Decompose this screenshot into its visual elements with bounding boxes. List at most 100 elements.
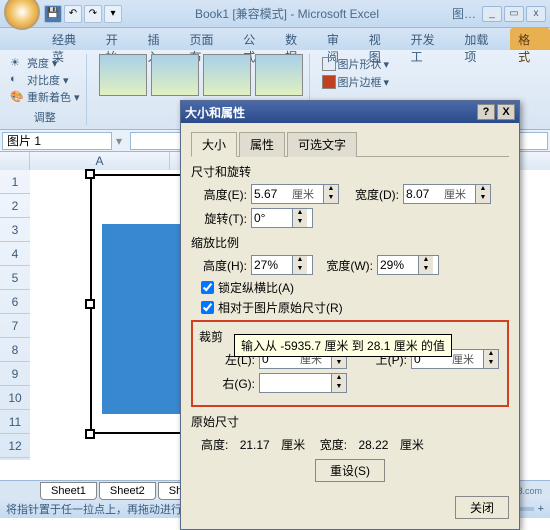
tab-addins[interactable]: 加载项 (456, 28, 508, 50)
row-header[interactable]: 11 (0, 410, 30, 434)
legend-scale: 缩放比例 (191, 234, 509, 251)
pic-style-thumb[interactable] (99, 54, 147, 96)
row-header[interactable]: 12 (0, 434, 30, 458)
row-header[interactable]: 3 (0, 218, 30, 242)
pic-style-thumb[interactable] (151, 54, 199, 96)
dialog-body: 大小 属性 可选文字 尺寸和旋转 高度(E): 厘米▲▼ 宽度(D): 厘米▲▼… (181, 123, 519, 490)
dlg-tab-properties[interactable]: 属性 (239, 132, 285, 157)
spin-down-icon[interactable]: ▼ (419, 265, 433, 274)
row-header[interactable]: 6 (0, 290, 30, 314)
spin-up-icon[interactable]: ▲ (293, 209, 307, 218)
spin-down-icon[interactable]: ▼ (332, 359, 346, 368)
name-box[interactable] (2, 132, 112, 150)
resize-handle[interactable] (85, 299, 95, 309)
brightness-button[interactable]: ☀亮度 ▾ (10, 55, 80, 71)
spin-down-icon[interactable]: ▼ (476, 194, 490, 203)
spin-up-icon[interactable]: ▲ (419, 256, 433, 265)
row-header[interactable]: 2 (0, 194, 30, 218)
width-label: 宽度(D): (343, 186, 399, 203)
tab-layout[interactable]: 页面布 (181, 28, 233, 50)
select-all-cell[interactable] (0, 152, 30, 170)
height-spinner[interactable]: 厘米▲▼ (251, 184, 339, 204)
row-header[interactable]: 5 (0, 266, 30, 290)
lock-aspect-checkbox[interactable]: 锁定纵横比(A) (201, 279, 509, 296)
spin-up-icon[interactable]: ▲ (293, 256, 307, 265)
tab-formula[interactable]: 公式 (235, 28, 275, 50)
scale-width-spinner[interactable]: ▲▼ (377, 255, 439, 275)
contrast-button[interactable]: ◐对比度 ▾ (10, 72, 80, 88)
quick-access-toolbar: 💾 ↶ ↷ ▾ (44, 5, 122, 23)
sheet-tab[interactable]: Sheet1 (40, 482, 97, 500)
tab-developer[interactable]: 开发工 (403, 28, 455, 50)
recolor-button[interactable]: 🎨重新着色 ▾ (10, 89, 80, 105)
dlg-tab-alttext[interactable]: 可选文字 (287, 132, 357, 157)
spin-down-icon[interactable]: ▼ (293, 265, 307, 274)
window-controls: _ ▭ x (482, 6, 546, 22)
spin-down-icon[interactable]: ▼ (293, 218, 307, 227)
scale-height-spinner[interactable]: ▲▼ (251, 255, 313, 275)
minimize-button[interactable]: _ (482, 6, 502, 22)
recolor-icon: 🎨 (10, 90, 24, 104)
tab-classic[interactable]: 经典菜 (44, 28, 96, 50)
relative-original-checkbox[interactable]: 相对于图片原始尺寸(R) (201, 299, 509, 316)
tab-insert[interactable]: 插入 (140, 28, 180, 50)
row-header[interactable]: 1 (0, 170, 30, 194)
dialog-help-button[interactable]: ? (477, 104, 495, 120)
tab-home[interactable]: 开始 (98, 28, 138, 50)
resize-handle[interactable] (85, 169, 95, 179)
namebox-dropdown-icon[interactable]: ▾ (112, 134, 126, 148)
row-header[interactable]: 9 (0, 362, 30, 386)
spin-down-icon[interactable]: ▼ (484, 359, 498, 368)
tab-review[interactable]: 审阅 (319, 28, 359, 50)
row-header[interactable]: 8 (0, 338, 30, 362)
tab-view[interactable]: 视图 (361, 28, 401, 50)
border-icon (322, 75, 336, 89)
spin-down-icon[interactable]: ▼ (332, 383, 346, 392)
zoom-in-button[interactable]: + (538, 503, 544, 515)
input-range-tooltip: 输入从 -5935.7 厘米 到 28.1 厘米 的值 (234, 334, 452, 357)
sun-icon: ☀ (10, 56, 24, 70)
close-button[interactable]: x (526, 6, 546, 22)
group-label-adjust: 调整 (10, 109, 80, 125)
dialog-close-button[interactable]: X (497, 104, 515, 120)
size-properties-dialog: 大小和属性 ? X 大小 属性 可选文字 尺寸和旋转 高度(E): 厘米▲▼ 宽… (180, 100, 520, 530)
scale-width-label: 宽度(W): (317, 257, 373, 274)
row-header[interactable]: 7 (0, 314, 30, 338)
spin-up-icon[interactable]: ▲ (476, 185, 490, 194)
spin-up-icon[interactable]: ▲ (332, 374, 346, 383)
dlg-tab-size[interactable]: 大小 (191, 132, 237, 157)
pic-style-thumb[interactable] (255, 54, 303, 96)
picture-border-button[interactable]: 图片边框 ▾ (322, 74, 390, 90)
spin-down-icon[interactable]: ▼ (324, 194, 338, 203)
window-title: Book1 [兼容模式] - Microsoft Excel (122, 5, 452, 22)
rotate-spinner[interactable]: ▲▼ (251, 208, 313, 228)
dialog-titlebar[interactable]: 大小和属性 ? X (181, 101, 519, 123)
dialog-close-btn[interactable]: 关闭 (455, 496, 509, 519)
height-label: 高度(E): (191, 186, 247, 203)
save-icon[interactable]: 💾 (44, 5, 62, 23)
pic-style-thumb[interactable] (203, 54, 251, 96)
undo-icon[interactable]: ↶ (64, 5, 82, 23)
sheet-tab[interactable]: Sheet2 (99, 482, 156, 500)
crop-right-spinner[interactable]: ▲▼ (259, 373, 347, 393)
ribbon-tabs: 经典菜 开始 插入 页面布 公式 数据 审阅 视图 开发工 加载项 格式 (0, 28, 550, 50)
row-header[interactable]: 10 (0, 386, 30, 410)
contrast-icon: ◐ (10, 73, 24, 87)
picture-shape-button[interactable]: 图片形状 ▾ (322, 56, 390, 72)
col-header-a[interactable]: A (30, 152, 170, 170)
office-button[interactable] (4, 0, 40, 30)
redo-icon[interactable]: ↷ (84, 5, 102, 23)
spin-up-icon[interactable]: ▲ (484, 350, 498, 359)
qat-more-icon[interactable]: ▾ (104, 5, 122, 23)
spin-up-icon[interactable]: ▲ (324, 185, 338, 194)
width-spinner[interactable]: 厘米▲▼ (403, 184, 491, 204)
reset-button[interactable]: 重设(S) (315, 459, 385, 482)
maximize-button[interactable]: ▭ (504, 6, 524, 22)
shape-icon (322, 57, 336, 71)
resize-handle[interactable] (85, 429, 95, 439)
ribbon-group-adjust: ☀亮度 ▾ ◐对比度 ▾ 🎨重新着色 ▾ 调整 (4, 54, 87, 125)
tab-format[interactable]: 格式 (510, 28, 550, 50)
row-header[interactable]: 4 (0, 242, 30, 266)
tab-data[interactable]: 数据 (277, 28, 317, 50)
row-headers: 1 2 3 4 5 6 7 8 9 10 11 12 (0, 170, 30, 460)
